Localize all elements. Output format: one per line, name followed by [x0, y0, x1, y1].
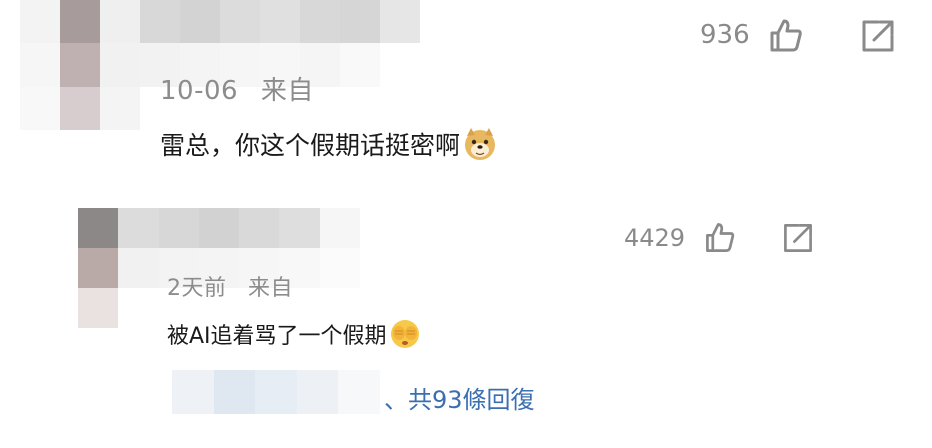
- comment-body: 被AI追着骂了一个假期: [167, 324, 387, 349]
- comment-source: 来自: [260, 76, 314, 106]
- comment-date: 10-06: [160, 76, 239, 106]
- comment-source: 来自: [248, 276, 294, 301]
- share-icon[interactable]: [780, 220, 816, 260]
- censored-username-2: [78, 208, 360, 328]
- comment-meta-1: 10-06 来自: [160, 70, 314, 107]
- comment-date: 2天前: [167, 276, 227, 301]
- comment-meta-2: 2天前 来自: [167, 270, 293, 302]
- censored-username-1: [20, 0, 420, 130]
- view-replies-link[interactable]: 、共93條回復: [384, 380, 535, 415]
- share-icon[interactable]: [858, 16, 898, 60]
- thumbs-up-icon[interactable]: [702, 220, 738, 260]
- thumbs-up-icon[interactable]: [766, 16, 806, 60]
- like-count-1: 936: [700, 20, 750, 50]
- doge-emoji-icon: [462, 126, 498, 168]
- comment-body: 雷总，你这个假期话挺密啊: [160, 131, 461, 160]
- like-count-2: 4429: [624, 224, 686, 252]
- comment-text-1: 雷总，你这个假期话挺密啊: [160, 126, 498, 168]
- comment-text-2: 被AI追着骂了一个假期: [167, 318, 421, 356]
- cover-face-emoji-icon: [389, 318, 421, 356]
- censored-replier-names: [172, 370, 380, 414]
